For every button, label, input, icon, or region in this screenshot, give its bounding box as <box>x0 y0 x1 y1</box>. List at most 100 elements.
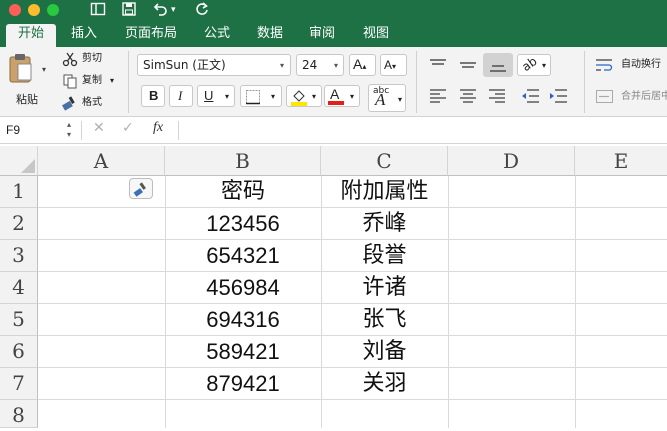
align-bottom-button[interactable] <box>483 53 513 77</box>
column-header-e[interactable]: E <box>575 146 667 176</box>
clipboard-icon <box>9 54 32 83</box>
font-color-swatch <box>328 101 344 105</box>
cell-c6[interactable]: 刘备 <box>321 336 448 368</box>
close-window-button[interactable] <box>9 4 21 16</box>
format-label: 格式 <box>82 97 102 108</box>
redo-icon[interactable] <box>194 1 210 19</box>
column-header-b[interactable]: B <box>165 146 321 176</box>
brush-icon <box>62 96 75 111</box>
paint-bucket-icon <box>291 90 307 106</box>
text-orientation-icon: ab <box>519 53 540 75</box>
undo-icon[interactable] <box>152 1 168 19</box>
row-header-4[interactable]: 4 <box>0 272 38 304</box>
cut-button[interactable]: 剪切 <box>60 50 112 68</box>
italic-button[interactable]: I <box>169 85 193 107</box>
merge-center-button[interactable]: 合并后居中 <box>594 88 667 106</box>
cell-b7[interactable]: 879421 <box>165 368 321 400</box>
cell-b3[interactable]: 654321 <box>165 240 321 272</box>
zoom-window-button[interactable] <box>47 4 59 16</box>
align-top-button[interactable] <box>424 53 452 77</box>
align-right-button[interactable] <box>483 85 511 107</box>
row-header-3[interactable]: 3 <box>0 240 38 272</box>
chevron-down-icon: ▾ <box>271 92 276 101</box>
cell-b2[interactable]: 123456 <box>165 208 321 240</box>
chevron-down-icon: ▾ <box>280 61 285 70</box>
increase-indent-button[interactable] <box>545 85 571 107</box>
underline-button[interactable]: U ▾ <box>197 85 235 107</box>
column-header-d[interactable]: D <box>448 146 575 176</box>
formula-divider <box>178 121 179 140</box>
column-header-c[interactable]: C <box>321 146 448 176</box>
column-header-a[interactable]: A <box>38 146 165 176</box>
decrease-font-size-button[interactable]: A▾ <box>380 54 407 76</box>
decrease-indent-button[interactable] <box>517 85 543 107</box>
brush-icon <box>133 182 146 197</box>
phonetic-guide-button[interactable]: abc A ▾ <box>368 84 406 112</box>
bold-icon: B <box>149 88 159 103</box>
save-icon[interactable] <box>121 1 137 19</box>
row-header-7[interactable]: 7 <box>0 368 38 400</box>
ribbon-divider <box>584 51 585 113</box>
wrap-text-button[interactable]: 自动换行 <box>594 56 667 74</box>
tab-home[interactable]: 开始 <box>6 24 56 47</box>
font-size-select[interactable]: 24 ▾ <box>296 54 344 76</box>
cancel-entry-icon[interactable]: ✕ <box>93 121 105 135</box>
copy-button[interactable]: 复制 ▾ <box>60 72 120 90</box>
align-center-button[interactable] <box>454 85 482 107</box>
cell-b4[interactable]: 456984 <box>165 272 321 304</box>
name-box[interactable]: F9 <box>6 124 20 136</box>
cell-b5[interactable]: 694316 <box>165 304 321 336</box>
select-all-triangle-icon <box>21 159 35 173</box>
cell-c3[interactable]: 段誉 <box>321 240 448 272</box>
tab-review[interactable]: 审阅 <box>302 24 342 47</box>
cell-c4[interactable]: 许诸 <box>321 272 448 304</box>
row-header-5[interactable]: 5 <box>0 304 38 336</box>
formula-bar: F9 ▴ ▾ ✕ ✓ fx <box>0 117 667 144</box>
row-header-8[interactable]: 8 <box>0 400 38 428</box>
row-header-6[interactable]: 6 <box>0 336 38 368</box>
row-header-1[interactable]: 1 <box>0 176 38 208</box>
cell-c2[interactable]: 乔峰 <box>321 208 448 240</box>
row-header-2[interactable]: 2 <box>0 208 38 240</box>
undo-dropdown-icon[interactable]: ▾ <box>171 1 176 19</box>
orientation-button[interactable]: ab ▾ <box>517 54 551 76</box>
font-color-button[interactable]: A ▾ <box>324 85 360 107</box>
borders-button[interactable]: ▾ <box>240 85 282 107</box>
sidebar-toggle-icon[interactable] <box>90 1 106 19</box>
font-shrink-icon: A▾ <box>384 58 397 72</box>
copy-dropdown-icon[interactable]: ▾ <box>110 75 114 87</box>
font-name-select[interactable]: SimSun (正文) ▾ <box>137 54 291 76</box>
confirm-entry-icon[interactable]: ✓ <box>122 121 134 135</box>
minimize-window-button[interactable] <box>28 4 40 16</box>
align-left-icon <box>430 89 446 103</box>
align-bottom-icon <box>490 65 506 72</box>
format-painter-button[interactable]: 格式 <box>60 94 112 112</box>
cell-b6[interactable]: 589421 <box>165 336 321 368</box>
paste-dropdown-icon[interactable]: ▾ <box>42 65 46 74</box>
increase-font-size-button[interactable]: A▴ <box>349 54 376 76</box>
cell-b1[interactable]: 密码 <box>165 176 321 208</box>
paste-options-button[interactable] <box>129 178 153 199</box>
select-all-corner[interactable] <box>0 146 38 176</box>
name-box-down-icon[interactable]: ▾ <box>67 129 71 141</box>
cell-c7[interactable]: 关羽 <box>321 368 448 400</box>
insert-function-button[interactable]: fx <box>153 121 163 135</box>
spreadsheet-grid: A B C D E 1 2 3 4 5 6 7 8 密码 附加属性 123456… <box>0 146 667 428</box>
copy-label: 复制 <box>82 75 102 86</box>
cell-c5[interactable]: 张飞 <box>321 304 448 336</box>
home-ribbon: ▾ 粘贴 剪切 复制 ▾ 格式 SimSun (正文) ▾ 24 ▾ A▴ A▾… <box>0 47 667 117</box>
align-left-button[interactable] <box>424 85 452 107</box>
align-middle-button[interactable] <box>454 53 482 77</box>
tab-insert[interactable]: 插入 <box>64 24 104 47</box>
tab-data[interactable]: 数据 <box>250 24 290 47</box>
tab-view[interactable]: 视图 <box>356 24 396 47</box>
bold-button[interactable]: B <box>141 85 165 107</box>
border-icon <box>246 90 260 105</box>
ribbon-tab-bar: 开始 插入 页面布局 公式 数据 审阅 视图 <box>0 20 667 47</box>
paste-button[interactable]: ▾ 粘贴 <box>6 51 50 111</box>
font-size-value: 24 <box>302 58 318 72</box>
tab-formulas[interactable]: 公式 <box>197 24 237 47</box>
fill-color-button[interactable]: ▾ <box>286 85 322 107</box>
cell-c1[interactable]: 附加属性 <box>321 176 448 208</box>
tab-page-layout[interactable]: 页面布局 <box>119 24 183 47</box>
